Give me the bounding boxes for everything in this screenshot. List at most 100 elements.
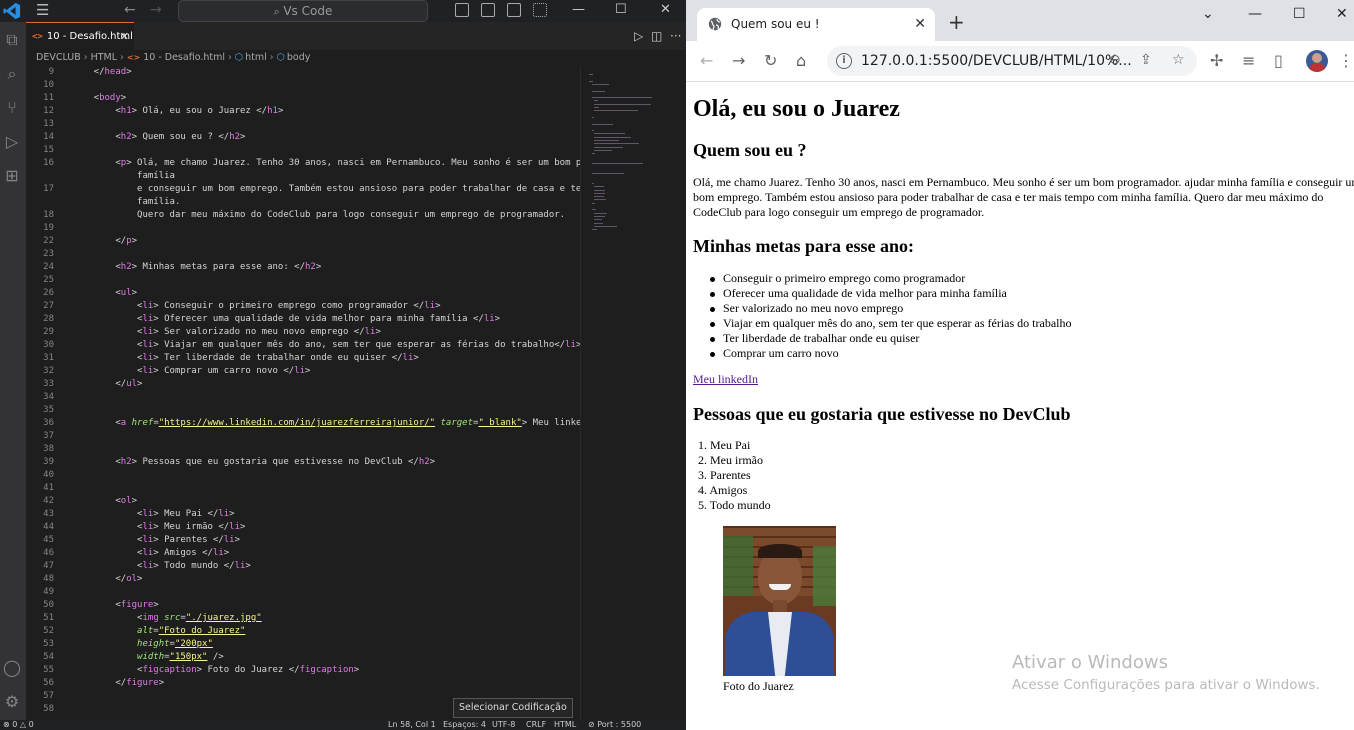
close-window-icon[interactable]: ✕ [1336, 6, 1348, 22]
customize-layout-icon[interactable] [533, 3, 547, 17]
code-line[interactable]: 23 [26, 248, 580, 261]
code-line[interactable]: 45 <li> Parentes </li> [26, 534, 580, 547]
back-arrow-icon[interactable]: ← [700, 51, 713, 71]
linkedin-link[interactable]: Meu linkedIn [693, 372, 758, 387]
code-line[interactable]: 41 [26, 482, 580, 495]
code-line[interactable]: 12 <h1> Olá, eu sou o Juarez </h1> [26, 105, 580, 118]
code-line[interactable]: 15 [26, 144, 580, 157]
code-line[interactable]: 26 <ul> [26, 287, 580, 300]
split-editor-icon[interactable]: ◫ [651, 29, 662, 43]
code-line[interactable]: 53 height="200px" [26, 638, 580, 651]
code-line[interactable]: 32 <li> Comprar um carro novo </li> [26, 365, 580, 378]
code-line[interactable]: 18 Quero dar meu máximo do CodeClub para… [26, 209, 580, 222]
code-line[interactable]: 11 <body> [26, 92, 580, 105]
zoom-icon[interactable]: ⊖ [1109, 52, 1121, 68]
breadcrumb-item[interactable]: DEVCLUB [36, 52, 81, 63]
code-line[interactable]: 50 <figure> [26, 599, 580, 612]
breadcrumb-item[interactable]: 10 - Desafio.html [143, 52, 225, 63]
code-line[interactable]: 55 <figcaption> Foto do Juarez </figcapt… [26, 664, 580, 677]
extensions-puzzle-icon[interactable]: ✢ [1210, 51, 1223, 71]
code-line[interactable]: 42 <ol> [26, 495, 580, 508]
code-line[interactable]: 44 <li> Meu irmão </li> [26, 521, 580, 534]
cursor-position-status[interactable]: Ln 58, Col 1 [388, 720, 436, 730]
breadcrumb-item[interactable]: HTML [91, 52, 117, 63]
command-center[interactable]: ⌕ Vs Code [178, 0, 428, 22]
code-line[interactable]: 31 <li> Ter liberdade de trabalhar onde … [26, 352, 580, 365]
minimize-icon[interactable]: — [1248, 6, 1262, 22]
address-url[interactable]: 127.0.0.1:5500/DEVCLUB/HTML/10%... [861, 46, 1132, 76]
forward-arrow-icon[interactable]: → [732, 51, 745, 71]
code-line[interactable]: 29 <li> Ser valorizado no meu novo empre… [26, 326, 580, 339]
encoding-status[interactable]: UTF-8 [492, 720, 515, 730]
more-actions-icon[interactable]: ··· [670, 29, 681, 43]
code-line[interactable]: 47 <li> Todo mundo </li> [26, 560, 580, 573]
code-line[interactable]: 39 <h2> Pessoas que eu gostaria que esti… [26, 456, 580, 469]
code-line[interactable]: 17 e conseguir um bom emprego. Também es… [26, 183, 580, 196]
close-tab-icon[interactable]: ✕ [120, 23, 129, 51]
code-line[interactable]: 37 [26, 430, 580, 443]
code-line[interactable]: 22 </p> [26, 235, 580, 248]
back-arrow-icon[interactable]: ← [124, 2, 136, 18]
profile-avatar[interactable] [1306, 50, 1328, 72]
code-line[interactable]: 9 </head> [26, 66, 580, 79]
site-info-icon[interactable]: i [836, 53, 852, 69]
toggle-secondary-sidebar-icon[interactable] [507, 3, 521, 17]
reload-icon[interactable]: ↻ [764, 51, 777, 71]
toggle-panel-icon[interactable] [481, 3, 495, 17]
code-line[interactable]: 10 [26, 79, 580, 92]
live-server-port-status[interactable]: ⊘ Port : 5500 [588, 720, 641, 730]
breadcrumb-item[interactable]: body [287, 52, 311, 63]
code-line[interactable]: 46 <li> Amigos </li> [26, 547, 580, 560]
settings-gear-icon[interactable]: ⚙ [2, 692, 22, 712]
code-line[interactable]: 54 width="150px" /> [26, 651, 580, 664]
code-line[interactable]: 48 </ol> [26, 573, 580, 586]
minimap[interactable] [580, 66, 677, 720]
account-icon[interactable]: ◯ [2, 658, 22, 678]
chrome-menu-icon[interactable]: ⋮ [1338, 51, 1354, 71]
indentation-status[interactable]: Espaços: 4 [443, 720, 486, 730]
new-tab-icon[interactable]: + [948, 12, 965, 32]
code-line[interactable]: família. [26, 196, 580, 209]
code-line[interactable]: 52 alt="Foto do Juarez" [26, 625, 580, 638]
maximize-icon[interactable]: ☐ [615, 0, 627, 20]
code-line[interactable]: 33 </ul> [26, 378, 580, 391]
code-line[interactable]: 14 <h2> Quem sou eu ? </h2> [26, 131, 580, 144]
toggle-primary-sidebar-icon[interactable] [455, 3, 469, 17]
editor-scrollbar[interactable] [676, 66, 686, 720]
code-line[interactable]: 34 [26, 391, 580, 404]
code-line[interactable]: 36 <a href="https://www.linkedin.com/in/… [26, 417, 580, 430]
eol-status[interactable]: CRLF [526, 720, 546, 730]
code-line[interactable]: 38 [26, 443, 580, 456]
code-line[interactable]: 16 <p> Olá, me chamo Juarez. Tenho 30 an… [26, 157, 580, 170]
code-editor[interactable]: 9 </head> 10 11 <body> 12 <h1> Olá, eu sou … [26, 66, 580, 720]
language-status[interactable]: HTML [554, 720, 576, 730]
maximize-icon[interactable]: ☐ [1293, 6, 1306, 22]
minimize-icon[interactable]: — [572, 0, 585, 20]
source-control-icon[interactable]: ⑂ [2, 98, 22, 118]
code-line[interactable]: 27 <li> Conseguir o primeiro emprego com… [26, 300, 580, 313]
code-line[interactable]: 24 <h2> Minhas metas para esse ano: </h2… [26, 261, 580, 274]
browser-tab[interactable]: Quem sou eu ! ✕ [697, 8, 935, 41]
code-line[interactable]: 28 <li> Oferecer uma qualidade de vida m… [26, 313, 580, 326]
forward-arrow-icon[interactable]: → [150, 2, 162, 18]
code-line[interactable]: 35 [26, 404, 580, 417]
reading-list-icon[interactable]: ≡ [1242, 51, 1255, 71]
tab-10-desafio[interactable]: <> 10 - Desafio.html ✕ [26, 22, 134, 50]
code-line[interactable]: 30 <li> Viajar em qualquer mês do ano, s… [26, 339, 580, 352]
share-icon[interactable]: ⇪ [1140, 52, 1152, 68]
code-line[interactable]: 43 <li> Meu Pai </li> [26, 508, 580, 521]
home-icon[interactable]: ⌂ [796, 51, 806, 71]
code-line[interactable]: 19 [26, 222, 580, 235]
explorer-icon[interactable]: ⧉ [2, 30, 22, 50]
code-line[interactable]: família [26, 170, 580, 183]
run-debug-icon[interactable]: ▷ [2, 132, 22, 152]
address-bar[interactable]: i 127.0.0.1:5500/DEVCLUB/HTML/10%... ⊖ ⇪… [827, 46, 1197, 76]
code-line[interactable]: 56 </figure> [26, 677, 580, 690]
code-line[interactable]: 25 [26, 274, 580, 287]
close-window-icon[interactable]: ✕ [660, 0, 671, 20]
bookmark-star-icon[interactable]: ☆ [1172, 52, 1185, 68]
close-tab-icon[interactable]: ✕ [914, 8, 926, 41]
code-line[interactable]: 51 <img src="./juarez.jpg" [26, 612, 580, 625]
breadcrumb-item[interactable]: html [245, 52, 267, 63]
side-panel-icon[interactable]: ▯ [1274, 51, 1283, 71]
